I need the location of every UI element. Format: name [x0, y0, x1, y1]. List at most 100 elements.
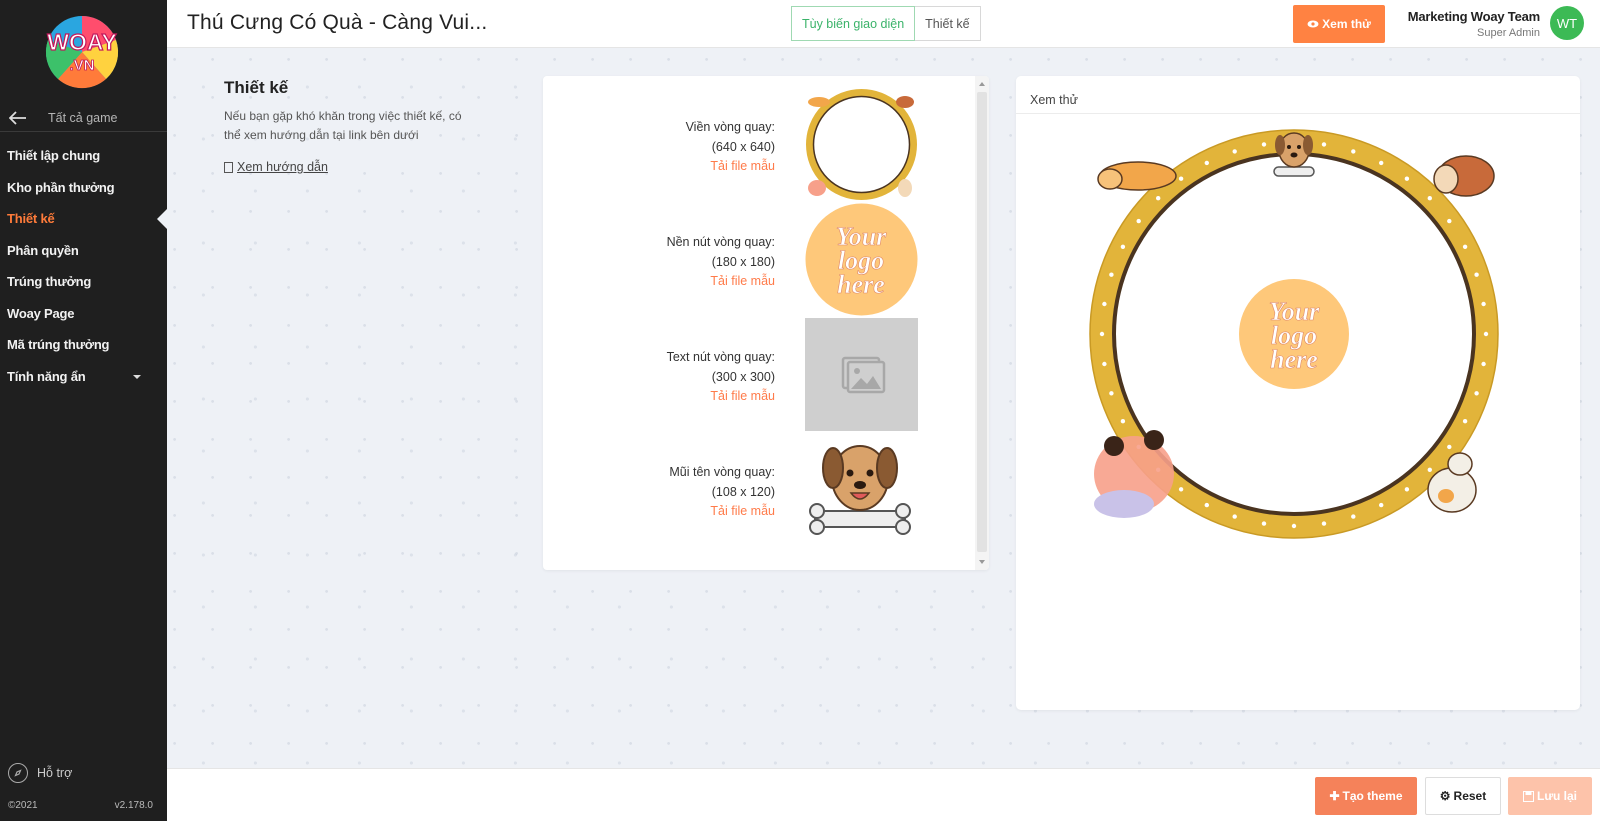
- reset-button[interactable]: ⚙ Reset: [1425, 777, 1501, 815]
- eye-icon: [1307, 20, 1319, 28]
- user-name: Marketing Woay Team: [1407, 9, 1540, 24]
- asset-row-button-background: Nền nút vòng quay: (180 x 180) Tải file …: [543, 191, 975, 316]
- wheel-light-dot: [1474, 391, 1479, 396]
- wheel-light-dot: [1379, 160, 1384, 166]
- brown-dog-decoration: [1433, 155, 1495, 197]
- save-icon: [1522, 790, 1534, 802]
- sidebar-menu: Thiết lập chung Kho phần thưởng Thiết kế…: [0, 140, 167, 392]
- scroll-down-icon: [979, 560, 985, 564]
- asset-name: Nền nút vòng quay:: [666, 235, 775, 249]
- divider: [1016, 113, 1580, 114]
- save-button[interactable]: Lưu lại: [1508, 777, 1592, 815]
- asset-size: (180 x 180): [711, 254, 775, 269]
- design-description: Nếu bạn gặp khó khăn trong việc thiết kế…: [224, 109, 462, 142]
- copyright: ©2021: [8, 800, 38, 811]
- wheel-light-dot: [1261, 521, 1267, 526]
- sidebar-item-rewards[interactable]: Kho phần thưởng: [0, 172, 167, 204]
- download-template-link[interactable]: Tải file mẫu: [667, 387, 775, 407]
- sidebar-item-woay-page[interactable]: Woay Page: [0, 298, 167, 330]
- page-title: Thú Cưng Có Quà - Càng Vui...: [187, 11, 488, 34]
- gear-icon: ⚙: [1439, 789, 1451, 803]
- wheel-light-dot: [1481, 301, 1486, 307]
- sidebar-item-hidden-features[interactable]: Tính năng ẩn: [0, 361, 167, 393]
- sidebar-item-label: Mã trúng thưởng: [7, 337, 110, 353]
- preview-button-label: Xem thử: [1322, 17, 1371, 31]
- logo-text-line: here: [837, 270, 885, 299]
- preview-label: Xem thử: [1030, 93, 1078, 107]
- family-decoration: [1094, 430, 1174, 518]
- tab-group: Tùy biến giao diện Thiết kế: [791, 6, 981, 41]
- bottom-action-bar: ✚ Tạo theme ⚙ Reset Lưu lại: [167, 768, 1600, 821]
- create-theme-button[interactable]: ✚ Tạo theme: [1315, 777, 1417, 815]
- asset-name: Viền vòng quay:: [685, 120, 775, 134]
- logo-text-line: here: [1270, 345, 1318, 374]
- wheel-light-dot: [1427, 196, 1432, 201]
- logo-placeholder-thumbnail[interactable]: Your logo here: [805, 203, 918, 316]
- tab-customize-interface[interactable]: Tùy biến giao diện: [791, 6, 916, 41]
- scroll-up-icon: [979, 82, 985, 86]
- wheel-light-dot: [1156, 196, 1161, 201]
- save-label: Lưu lại: [1536, 789, 1578, 803]
- sidebar-item-design[interactable]: Thiết kế: [0, 203, 167, 235]
- logo-text: WOAY: [47, 29, 116, 55]
- sidebar: WOAY .VN Tất cả game Thiết lập chung Kho…: [0, 0, 167, 821]
- scrollbar[interactable]: [975, 76, 989, 570]
- top-bar: Thú Cưng Có Quà - Càng Vui... Tùy biến g…: [167, 0, 1600, 48]
- dog-pointer-thumbnail[interactable]: [805, 433, 918, 546]
- avatar[interactable]: WT: [1550, 6, 1584, 40]
- dog-pointer-icon: [1273, 132, 1315, 177]
- asset-row-button-text: Text nút vòng quay: (300 x 300) Tải file…: [543, 306, 975, 431]
- sidebar-item-winners[interactable]: Trúng thưởng: [0, 266, 167, 298]
- sidebar-item-general-settings[interactable]: Thiết lập chung: [0, 140, 167, 172]
- support-link[interactable]: Hỗ trợ: [8, 763, 72, 783]
- asset-size: (108 x 120): [711, 484, 775, 499]
- woay-logo[interactable]: WOAY .VN: [36, 12, 128, 92]
- asset-size: (300 x 300): [711, 369, 775, 384]
- wheel-light-dot: [1447, 444, 1452, 450]
- wheel-light-dot: [1120, 419, 1126, 424]
- wheel-preview: Your logo here: [1089, 129, 1499, 539]
- image-placeholder-icon[interactable]: [805, 318, 918, 431]
- wheel-light-dot: [1447, 218, 1452, 224]
- reset-label: Reset: [1453, 789, 1487, 803]
- sidebar-item-permissions[interactable]: Phân quyền: [0, 235, 167, 267]
- wheel-light-dot: [1321, 142, 1327, 147]
- wheel-light-dot: [1178, 176, 1184, 181]
- tab-design[interactable]: Thiết kế: [915, 6, 981, 41]
- wheel-light-dot: [1379, 502, 1384, 508]
- wheel-light-dot: [1404, 487, 1410, 492]
- sleeping-dog-decoration: [1097, 161, 1177, 191]
- sidebar-item-label: Phân quyền: [7, 242, 79, 258]
- compass-icon: [8, 763, 28, 783]
- wheel-light-dot: [1232, 514, 1237, 519]
- wheel-light-dot: [1178, 487, 1184, 492]
- sidebar-item-label: Tính năng ẩn: [7, 368, 86, 384]
- arrow-left-icon: [9, 110, 26, 125]
- wheel-light-dot: [1232, 149, 1237, 154]
- wheel-border-thumbnail[interactable]: [805, 88, 918, 201]
- wheel-light-dot: [1204, 160, 1209, 166]
- back-to-all-games[interactable]: Tất cả game: [0, 104, 167, 132]
- wheel-light-dot: [1120, 244, 1126, 249]
- download-template-link[interactable]: Tải file mẫu: [669, 502, 775, 522]
- download-template-link[interactable]: Tải file mẫu: [667, 272, 775, 292]
- logo-domain: .VN: [69, 57, 94, 74]
- wheel-light-dot: [1204, 502, 1209, 508]
- asset-name: Text nút vòng quay:: [666, 350, 775, 364]
- sidebar-item-label: Thiết lập chung: [7, 148, 101, 164]
- asset-upload-panel: Viền vòng quay: (640 x 640) Tải file mẫu…: [543, 76, 989, 570]
- sidebar-item-prize-codes[interactable]: Mã trúng thưởng: [0, 329, 167, 361]
- guide-link[interactable]: Xem hướng dẫn: [224, 160, 328, 174]
- wheel-light-dot: [1351, 514, 1356, 519]
- asset-name: Mũi tên vòng quay:: [669, 465, 775, 479]
- active-indicator: [157, 208, 167, 229]
- asset-row-pointer: Mũi tên vòng quay: (108 x 120) Tải file …: [543, 421, 975, 536]
- sidebar-item-label: Thiết kế: [7, 211, 55, 227]
- download-template-link[interactable]: Tải file mẫu: [686, 157, 775, 177]
- wheel-light-dot: [1462, 419, 1468, 424]
- sidebar-item-label: Trúng thưởng: [7, 274, 92, 290]
- wheel-light-dot: [1427, 467, 1432, 472]
- wheel-light-dot: [1109, 272, 1114, 277]
- preview-button[interactable]: Xem thử: [1293, 5, 1385, 43]
- create-theme-label: Tạo theme: [1342, 789, 1403, 803]
